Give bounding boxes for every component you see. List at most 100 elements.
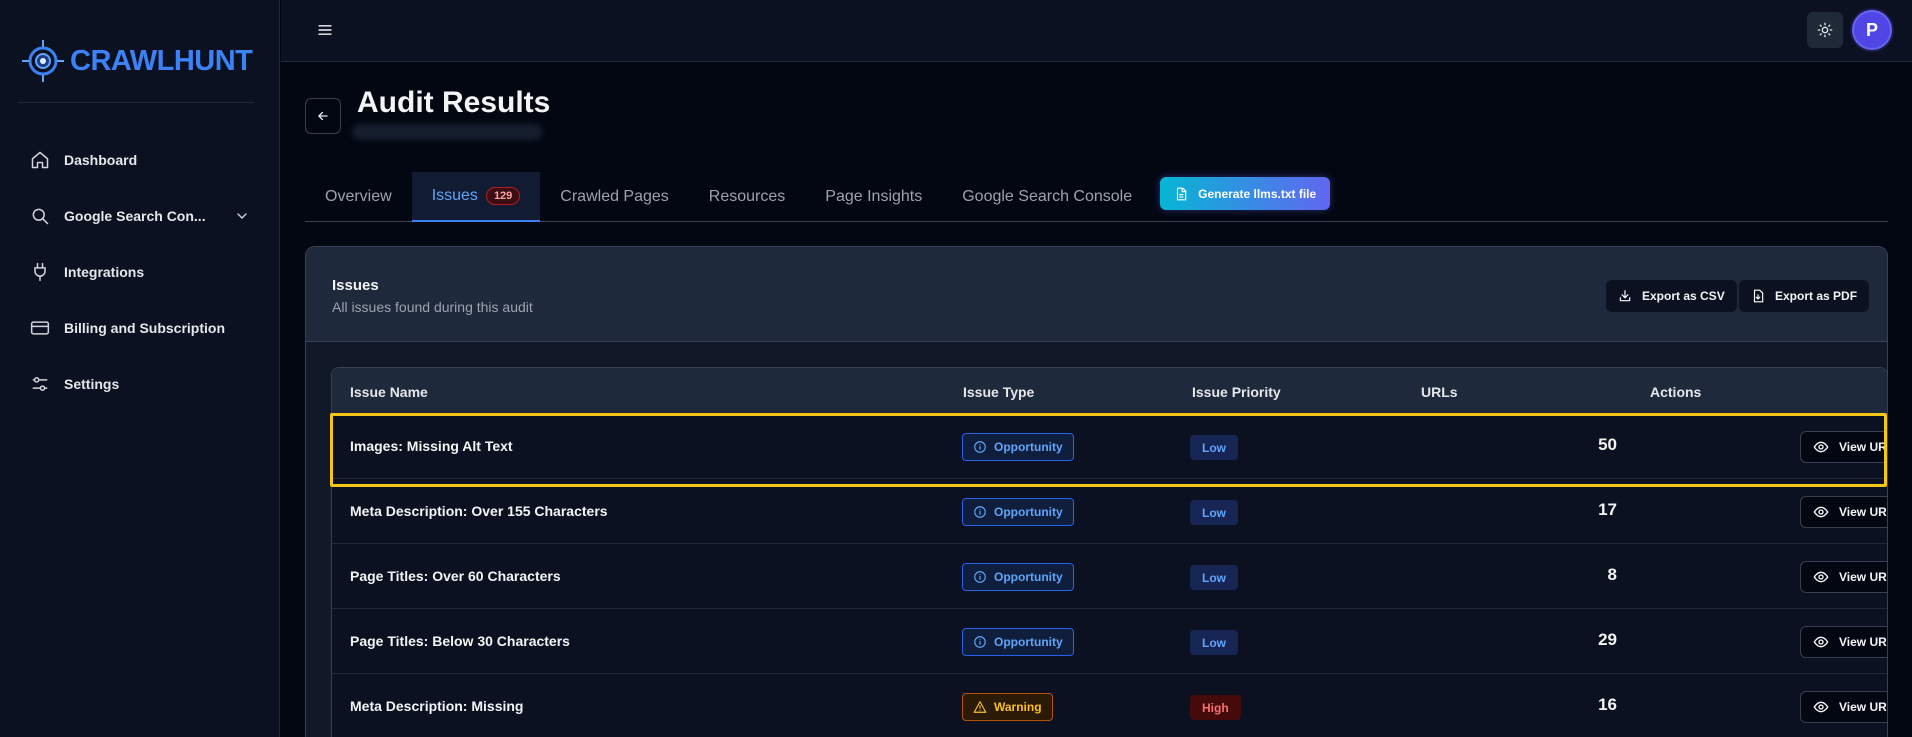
arrow-left-icon: [318, 111, 328, 121]
plug-icon: [34, 262, 46, 282]
tab-overview[interactable]: Overview: [305, 172, 412, 222]
url-count: 16: [1598, 695, 1617, 714]
info-icon: [974, 571, 986, 583]
info-icon: [974, 506, 986, 518]
avatar[interactable]: P: [1852, 10, 1892, 50]
sidebar-item-integrations[interactable]: Integrations: [30, 244, 250, 300]
priority-badge: Low: [1190, 500, 1238, 525]
header-urls: URLs: [1421, 384, 1458, 400]
view-urls-label: View URLs: [1839, 635, 1887, 649]
info-icon: [974, 441, 986, 453]
tab-resources[interactable]: Resources: [689, 172, 805, 222]
url-count: 8: [1607, 565, 1617, 584]
url-count: 17: [1598, 500, 1617, 519]
issue-type-badge: Opportunity: [962, 563, 1074, 591]
tab-label: Issues: [431, 187, 478, 204]
info-icon: [974, 636, 986, 648]
issues-table: Issue Name Issue Type Issue Priority URL…: [331, 367, 1887, 737]
sidebar-item-dashboard[interactable]: Dashboard: [30, 132, 250, 188]
table-row: Meta Description: Over 155 Characters Op…: [332, 479, 1887, 544]
sidebar-item-label: Settings: [64, 376, 120, 392]
header-actions: Actions: [1650, 384, 1702, 400]
issues-card: Issues All issues found during this audi…: [305, 246, 1888, 737]
sidebar-item-label: Integrations: [64, 264, 145, 280]
sidebar-item-billing[interactable]: Billing and Subscription: [30, 300, 250, 356]
issue-name: Meta Description: Over 155 Characters: [350, 503, 608, 519]
view-urls-button[interactable]: View URLs: [1800, 561, 1887, 593]
view-urls-button[interactable]: View URLs: [1800, 626, 1887, 658]
issue-name: Page Titles: Below 30 Characters: [350, 633, 570, 649]
view-urls-label: View URLs: [1839, 505, 1887, 519]
header-issue-name: Issue Name: [350, 384, 428, 400]
table-row: Page Titles: Below 30 Characters Opportu…: [332, 609, 1887, 674]
eye-icon: [1813, 506, 1829, 518]
topbar: P: [281, 0, 1912, 62]
table-header: Issue Name Issue Type Issue Priority URL…: [332, 368, 1887, 414]
redacted-subtitle: [352, 124, 542, 140]
tab-google-search-console[interactable]: Google Search Console: [942, 172, 1152, 222]
issue-name: Meta Description: Missing: [350, 698, 524, 714]
card-title: Issues: [332, 277, 379, 294]
tab-bar: Overview Issues 129 Crawled Pages Resour…: [305, 172, 1888, 222]
eye-icon: [1813, 636, 1829, 648]
home-icon: [31, 151, 49, 169]
export-csv-button[interactable]: Export as CSV: [1606, 280, 1737, 312]
download-icon: [1619, 290, 1631, 302]
header-issue-priority: Issue Priority: [1192, 384, 1281, 400]
issues-card-header: Issues All issues found during this audi…: [306, 247, 1887, 342]
table-row: Page Titles: Over 60 Characters Opportun…: [332, 544, 1887, 609]
crawlhunt-logo-icon: [22, 40, 64, 82]
issue-type-label: Warning: [994, 700, 1042, 714]
view-urls-label: View URLs: [1839, 570, 1887, 584]
sidebar-item-label: Google Search Con...: [64, 208, 206, 224]
issue-type-badge: Opportunity: [962, 498, 1074, 526]
issue-type-label: Opportunity: [994, 635, 1063, 649]
tab-issues[interactable]: Issues 129: [411, 172, 541, 222]
chevron-down-icon[interactable]: [234, 208, 250, 224]
sidebar-item-google-search-console[interactable]: Google Search Con...: [30, 188, 250, 244]
eye-icon: [1813, 701, 1829, 713]
generate-llms-label: Generate llms.txt file: [1198, 186, 1317, 201]
issue-type-label: Opportunity: [994, 440, 1063, 454]
issue-type-label: Opportunity: [994, 505, 1063, 519]
sidebar-item-label: Billing and Subscription: [64, 320, 225, 336]
export-pdf-button[interactable]: Export as PDF: [1739, 280, 1870, 312]
view-urls-label: View URLs: [1839, 440, 1887, 454]
tab-crawled-pages[interactable]: Crawled Pages: [540, 172, 689, 222]
sun-icon: [1817, 22, 1833, 38]
sidebar-divider: [18, 102, 254, 103]
eye-icon: [1813, 441, 1829, 453]
brand-name: CRAWLHUNT: [70, 44, 253, 77]
issue-type-badge: Opportunity: [962, 433, 1074, 461]
menu-icon[interactable]: [315, 20, 335, 40]
export-csv-label: Export as CSV: [1642, 289, 1725, 303]
credit-card-icon: [30, 321, 50, 335]
header-issue-type: Issue Type: [963, 384, 1035, 400]
eye-icon: [1813, 571, 1829, 583]
view-urls-label: View URLs: [1839, 700, 1887, 714]
export-pdf-label: Export as PDF: [1775, 289, 1858, 303]
generate-llms-button[interactable]: Generate llms.txt file: [1160, 177, 1331, 210]
sidebar-item-settings[interactable]: Settings: [30, 356, 250, 412]
tab-page-insights[interactable]: Page Insights: [805, 172, 942, 222]
page-title: Audit Results: [357, 86, 551, 119]
url-count: 50: [1598, 435, 1617, 454]
issue-type-badge: Opportunity: [962, 628, 1074, 656]
priority-badge: High: [1190, 695, 1241, 720]
issue-name: Page Titles: Over 60 Characters: [350, 568, 561, 584]
view-urls-button[interactable]: View URLs: [1800, 431, 1887, 463]
priority-badge: Low: [1190, 435, 1238, 460]
priority-badge: Low: [1190, 565, 1238, 590]
brand[interactable]: CRAWLHUNT: [20, 38, 253, 84]
back-button[interactable]: [305, 98, 341, 134]
table-row: Meta Description: Missing Warning High 1…: [332, 674, 1887, 737]
view-urls-button[interactable]: View URLs: [1800, 691, 1887, 723]
issue-name: Images: Missing Alt Text: [350, 438, 513, 454]
file-download-icon: [1753, 289, 1764, 303]
table-row: Images: Missing Alt Text Opportunity Low…: [332, 414, 1887, 479]
view-urls-button[interactable]: View URLs: [1800, 496, 1887, 528]
sidebar-nav: Dashboard Google Search Con... Integrati…: [30, 132, 250, 412]
theme-toggle-button[interactable]: [1807, 12, 1843, 48]
issues-count-badge: 129: [485, 187, 521, 205]
sliders-icon: [32, 377, 48, 391]
